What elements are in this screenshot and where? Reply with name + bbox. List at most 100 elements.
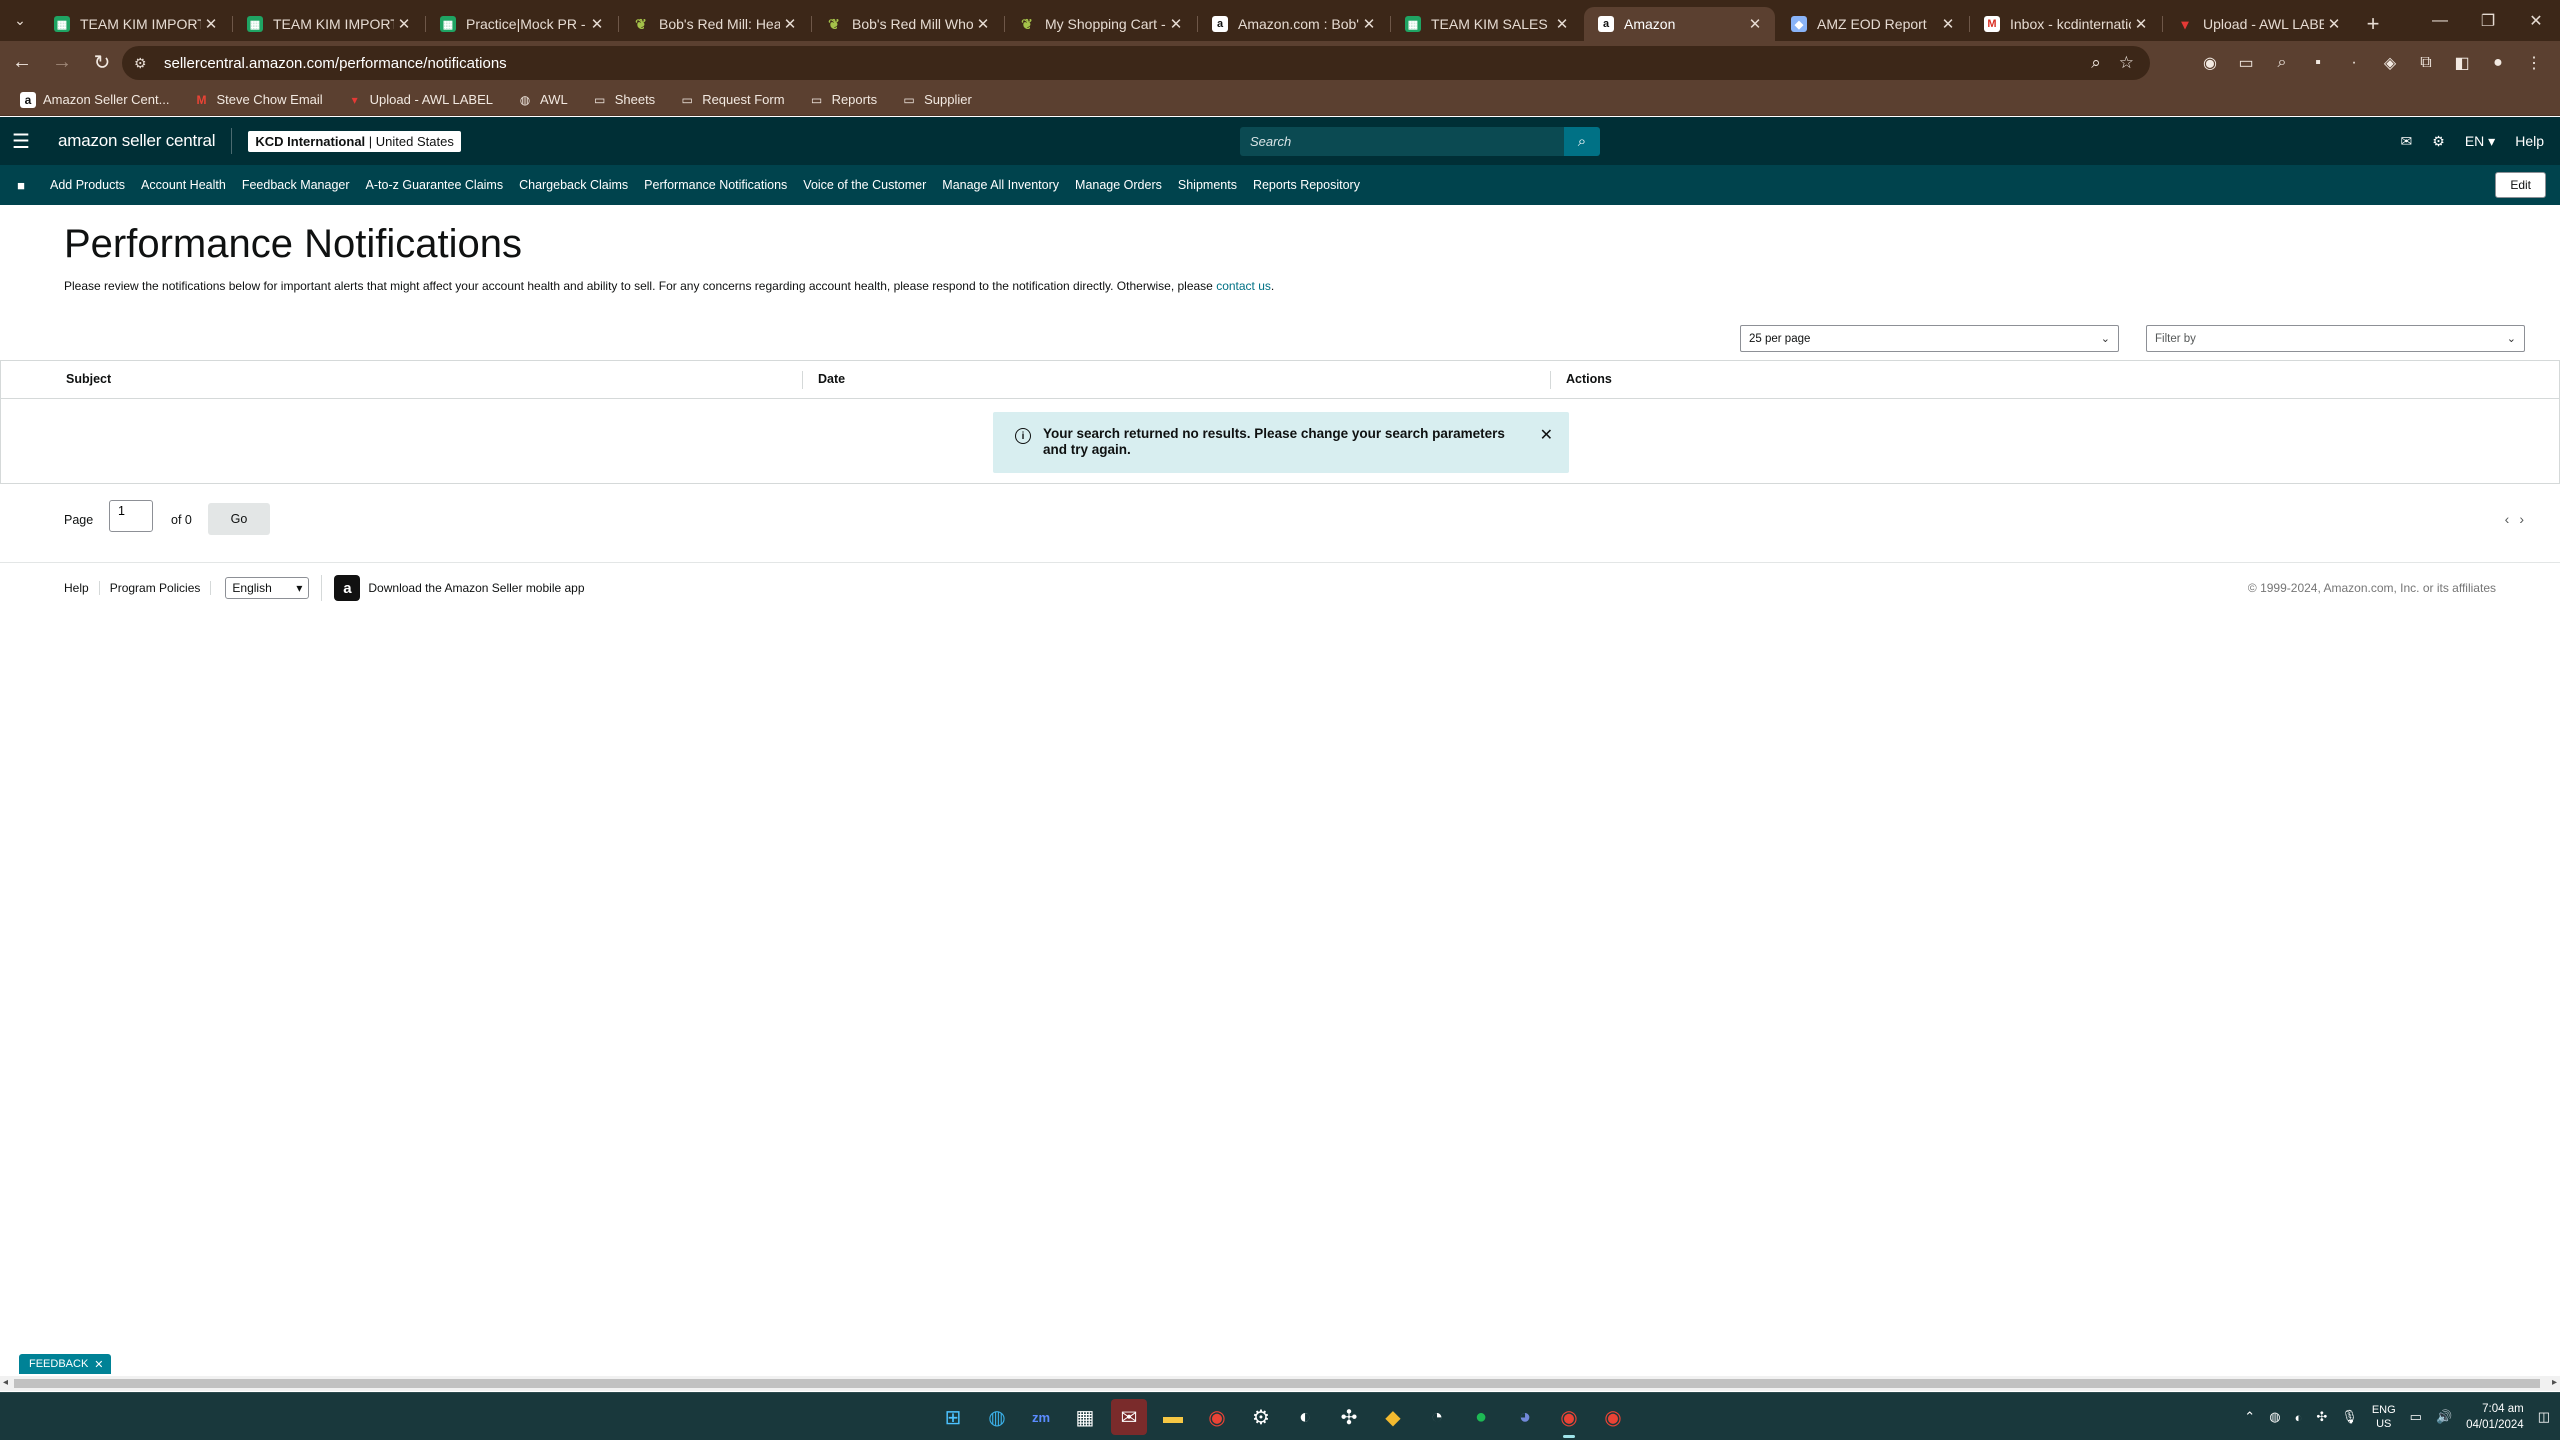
settings-gear-icon[interactable]: ⚙ xyxy=(2432,133,2445,150)
nav-link-manage-orders[interactable]: Manage Orders xyxy=(1067,178,1170,192)
browser-tab[interactable]: ❦ Bob's Red Mill: Healthy ✕ xyxy=(619,7,812,41)
feedback-tab[interactable]: FEEDBACK ✕ xyxy=(19,1354,111,1374)
bookmark-icon[interactable]: ■ xyxy=(0,178,42,193)
notification-icon[interactable]: ◫ xyxy=(2538,1409,2550,1425)
extension-icon[interactable]: ▪ xyxy=(2302,47,2334,79)
bookmark-folder[interactable]: ▭ Supplier xyxy=(891,87,982,113)
bookmark-folder[interactable]: ▭ Reports xyxy=(799,87,888,113)
nav-link-account-health[interactable]: Account Health xyxy=(133,178,234,192)
chrome-profile-icon[interactable]: ◉ xyxy=(1551,1399,1587,1438)
close-icon[interactable]: ✕ xyxy=(394,15,414,33)
browser-tab[interactable]: ▦ TEAM KIM SALES MON ✕ xyxy=(1391,7,1582,41)
browser-tab[interactable]: a Amazon.com : Bob's R ✕ xyxy=(1198,7,1391,41)
browser-tab[interactable]: M Inbox - kcdinternation ✕ xyxy=(1970,7,2163,41)
close-icon[interactable]: ✕ xyxy=(1938,15,1958,33)
zoom-app-icon[interactable]: zm xyxy=(1023,1399,1059,1435)
site-info-icon[interactable]: ⚙ xyxy=(134,55,156,72)
footer-language-select[interactable]: English ▾ xyxy=(225,577,310,599)
search-button[interactable]: ⌕ xyxy=(1564,127,1600,156)
browser-tab[interactable]: ▦ TEAM KIM IMPORTANT ✕ xyxy=(233,7,426,41)
close-icon[interactable]: ✕ xyxy=(94,1358,103,1371)
bookmark-star-icon[interactable]: ☆ xyxy=(2119,53,2134,73)
account-switcher[interactable]: KCD International | United States xyxy=(248,130,461,152)
amazon-app-icon[interactable]: a xyxy=(334,575,361,601)
nav-link-voice-of-customer[interactable]: Voice of the Customer xyxy=(795,178,934,192)
extensions-puzzle-icon[interactable]: ⧉ xyxy=(2410,47,2442,79)
app-icon[interactable]: ✣ xyxy=(1331,1399,1367,1435)
edit-nav-button[interactable]: Edit xyxy=(2495,172,2546,198)
go-button[interactable]: Go xyxy=(208,503,270,535)
close-icon[interactable]: ✕ xyxy=(2131,15,2151,33)
chrome-icon[interactable]: ◉ xyxy=(1199,1399,1235,1435)
scrollbar-thumb[interactable] xyxy=(14,1379,2540,1388)
close-icon[interactable]: ✕ xyxy=(2324,15,2344,33)
browser-tab[interactable]: ❦ Bob's Red Mill Whole V ✕ xyxy=(812,7,1005,41)
nav-link-shipments[interactable]: Shipments xyxy=(1170,178,1245,192)
nav-link-performance-notifications[interactable]: Performance Notifications xyxy=(636,178,795,192)
restore-button[interactable]: ❐ xyxy=(2464,0,2512,41)
close-icon[interactable]: ✕ xyxy=(1166,15,1186,33)
tray-app-icon[interactable]: ◐ xyxy=(2295,1410,2303,1425)
column-header-subject[interactable]: Subject xyxy=(66,372,111,386)
language-selector[interactable]: EN ▾ xyxy=(2465,133,2495,150)
edge-icon[interactable]: ◍ xyxy=(979,1399,1015,1435)
nav-link-atoz-claims[interactable]: A-to-z Guarantee Claims xyxy=(358,178,512,192)
app-icon[interactable]: ◐ xyxy=(1287,1399,1323,1435)
bookmark-item[interactable]: ◍ AWL xyxy=(507,87,578,113)
page-number-input[interactable] xyxy=(109,500,153,532)
file-explorer-icon[interactable]: ▬ xyxy=(1155,1399,1191,1435)
nav-link-chargeback-claims[interactable]: Chargeback Claims xyxy=(511,178,636,192)
extension-icon[interactable]: ⌕ xyxy=(2266,47,2298,79)
hamburger-menu-icon[interactable]: ☰ xyxy=(0,117,42,165)
zoom-icon[interactable]: ⌕ xyxy=(2091,53,2101,73)
browser-tab[interactable]: ◆ AMZ EOD Report ✕ xyxy=(1777,7,1970,41)
nav-link-feedback-manager[interactable]: Feedback Manager xyxy=(234,178,358,192)
bookmark-item[interactable]: a Amazon Seller Cent... xyxy=(10,87,179,113)
close-icon[interactable]: ✕ xyxy=(1540,425,1553,445)
steam-icon[interactable]: ⚙ xyxy=(1243,1399,1279,1435)
steam-tray-icon[interactable]: ◍ xyxy=(2269,1409,2280,1425)
discord-icon[interactable]: ◕ xyxy=(1507,1399,1543,1435)
tab-search-icon[interactable]: ⌄ xyxy=(0,0,40,41)
close-icon[interactable]: ✕ xyxy=(1745,15,1765,33)
filter-select[interactable]: Filter by ⌄ xyxy=(2146,325,2525,352)
mail-app-icon[interactable]: ✉ xyxy=(1111,1399,1147,1435)
binance-icon[interactable]: ◆ xyxy=(1375,1399,1411,1435)
window-close-button[interactable]: ✕ xyxy=(2512,0,2560,41)
network-icon[interactable]: ▭ xyxy=(2410,1409,2422,1425)
close-icon[interactable]: ✕ xyxy=(201,15,221,33)
extension-icon[interactable]: ◈ xyxy=(2374,47,2406,79)
close-icon[interactable]: ✕ xyxy=(780,15,800,33)
mobile-app-link[interactable]: Download the Amazon Seller mobile app xyxy=(368,581,584,595)
footer-help-link[interactable]: Help xyxy=(54,581,100,595)
close-icon[interactable]: ✕ xyxy=(973,15,993,33)
bookmark-folder[interactable]: ▭ Request Form xyxy=(669,87,794,113)
new-tab-button[interactable]: + xyxy=(2356,7,2390,41)
footer-policies-link[interactable]: Program Policies xyxy=(100,581,212,595)
nav-link-reports-repository[interactable]: Reports Repository xyxy=(1245,178,1368,192)
help-link[interactable]: Help xyxy=(2515,133,2544,149)
column-header-date[interactable]: Date xyxy=(818,372,845,386)
volume-icon[interactable]: 🔊 xyxy=(2436,1409,2452,1425)
browser-tab[interactable]: ❦ My Shopping Cart - Vi ✕ xyxy=(1005,7,1198,41)
profile-icon[interactable]: ● xyxy=(2482,47,2514,79)
url-text[interactable]: sellercentral.amazon.com/performance/not… xyxy=(156,55,2091,72)
back-button[interactable]: ← xyxy=(2,43,42,83)
contact-us-link[interactable]: contact us xyxy=(1216,279,1271,293)
search-input[interactable] xyxy=(1240,127,1564,156)
address-bar[interactable]: ⚙ sellercentral.amazon.com/performance/n… xyxy=(122,46,2150,80)
reload-button[interactable]: ↻ xyxy=(82,43,122,83)
windows-start-icon[interactable]: ⊞ xyxy=(935,1399,971,1435)
browser-tab[interactable]: ▦ TEAM KIM IMPORTANT ✕ xyxy=(40,7,233,41)
chevron-right-icon[interactable]: › xyxy=(2519,511,2524,527)
close-icon[interactable]: ✕ xyxy=(587,15,607,33)
tray-app-icon[interactable]: ✣ xyxy=(2316,1409,2327,1425)
bookmark-item[interactable]: ▾ Upload - AWL LABEL xyxy=(337,87,503,113)
nav-link-add-products[interactable]: Add Products xyxy=(42,178,133,192)
bookmark-folder[interactable]: ▭ Sheets xyxy=(582,87,665,113)
nav-link-manage-inventory[interactable]: Manage All Inventory xyxy=(934,178,1067,192)
system-clock[interactable]: 7:04 am 04/01/2024 xyxy=(2466,1401,2524,1433)
horizontal-scrollbar[interactable]: ◂ ▸ xyxy=(0,1376,2560,1391)
extension-icon[interactable]: · xyxy=(2338,47,2370,79)
minimize-button[interactable]: — xyxy=(2416,0,2464,41)
